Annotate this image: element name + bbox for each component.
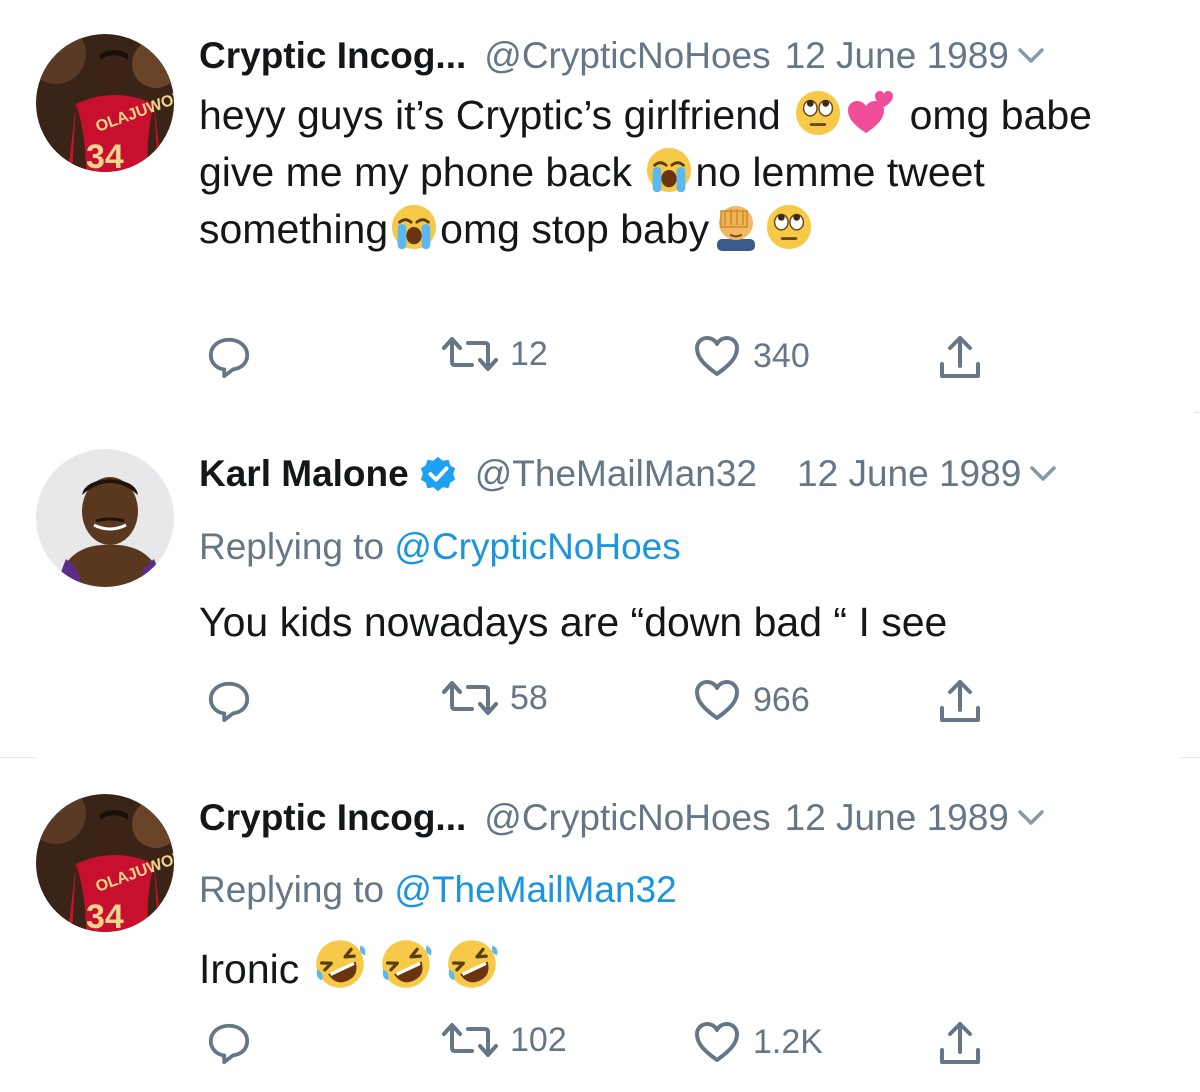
- reply-icon: [206, 678, 252, 724]
- retweet-icon: [442, 1020, 498, 1060]
- tweet-text: You kids nowadays are “down bad “ I see: [199, 599, 948, 645]
- reply-button[interactable]: [206, 334, 252, 380]
- author-name[interactable]: Cryptic Incog...: [199, 797, 466, 839]
- two-hearts-emoji: [846, 87, 896, 137]
- like-button[interactable]: 1.2K: [693, 1020, 823, 1064]
- divider: [1180, 757, 1200, 758]
- retweet-count: 102: [510, 1020, 567, 1059]
- tweet-header: Karl Malone @TheMailMan32 12 June 1989: [199, 452, 1155, 496]
- tweet-text: Ironic: [199, 937, 1149, 998]
- divider: [0, 757, 36, 758]
- facepalm-emoji: [711, 201, 761, 251]
- author-name[interactable]: Karl Malone: [199, 453, 409, 495]
- rofl-emoji: [379, 937, 433, 991]
- share-icon: [938, 678, 982, 726]
- like-count: 1.2K: [753, 1022, 823, 1061]
- heart-icon: [693, 678, 741, 722]
- like-button[interactable]: 966: [693, 678, 810, 722]
- retweet-icon: [442, 678, 498, 718]
- tweet-actions: 102 1.2K: [0, 1020, 1200, 1070]
- share-button[interactable]: [938, 1020, 982, 1068]
- share-button[interactable]: [938, 678, 982, 726]
- avatar[interactable]: [36, 34, 174, 172]
- chevron-down-icon[interactable]: [1029, 465, 1057, 483]
- replying-to: Replying to @TheMailMan32: [199, 869, 677, 910]
- retweet-icon: [442, 334, 498, 374]
- replying-to-mention[interactable]: @TheMailMan32: [394, 869, 676, 910]
- divider: [1194, 412, 1200, 413]
- eye-roll-emoji: [794, 89, 842, 137]
- chevron-down-icon[interactable]: [1017, 47, 1045, 65]
- chevron-down-icon[interactable]: [1017, 809, 1045, 827]
- crying-emoji: [390, 203, 438, 251]
- rofl-emoji: [445, 937, 499, 991]
- retweet-button[interactable]: 58: [442, 678, 548, 718]
- heart-icon: [693, 1020, 741, 1064]
- author-name[interactable]: Cryptic Incog...: [199, 35, 466, 77]
- rofl-emoji: [313, 937, 367, 991]
- tweet-text: heyy guys it’s Cryptic’s girlfriend omg …: [199, 87, 1149, 258]
- retweet-button[interactable]: 102: [442, 1020, 567, 1060]
- author-handle[interactable]: @CrypticNoHoes: [484, 35, 770, 77]
- reply-icon: [206, 334, 252, 380]
- eye-roll-emoji: [765, 203, 813, 251]
- tweet-actions: 12 340: [0, 334, 1200, 384]
- crying-emoji: [645, 146, 693, 194]
- heart-icon: [693, 334, 741, 378]
- retweet-count: 12: [510, 334, 548, 373]
- tweet-date[interactable]: 12 June 1989: [785, 35, 1009, 77]
- avatar[interactable]: [36, 794, 174, 932]
- like-count: 340: [753, 336, 810, 375]
- retweet-button[interactable]: 12: [442, 334, 548, 374]
- author-handle[interactable]: @CrypticNoHoes: [484, 797, 770, 839]
- tweet-date[interactable]: 12 June 1989: [797, 453, 1021, 495]
- retweet-count: 58: [510, 678, 548, 717]
- tweet-header: Cryptic Incog... @CrypticNoHoes 12 June …: [199, 796, 1155, 840]
- reply-button[interactable]: [206, 1020, 252, 1066]
- tweet-actions: 58 966: [0, 678, 1200, 728]
- reply-icon: [206, 1020, 252, 1066]
- like-count: 966: [753, 680, 810, 719]
- replying-to: Replying to @CrypticNoHoes: [199, 526, 681, 567]
- tweet-header: Cryptic Incog... @CrypticNoHoes 12 June …: [199, 34, 1155, 78]
- replying-to-mention[interactable]: @CrypticNoHoes: [394, 526, 680, 567]
- verified-badge-icon: [419, 455, 457, 493]
- reply-button[interactable]: [206, 678, 252, 724]
- share-button[interactable]: [938, 334, 982, 382]
- tweet-date[interactable]: 12 June 1989: [785, 797, 1009, 839]
- avatar[interactable]: [36, 449, 174, 587]
- share-icon: [938, 334, 982, 382]
- share-icon: [938, 1020, 982, 1068]
- author-handle[interactable]: @TheMailMan32: [475, 453, 757, 495]
- like-button[interactable]: 340: [693, 334, 810, 378]
